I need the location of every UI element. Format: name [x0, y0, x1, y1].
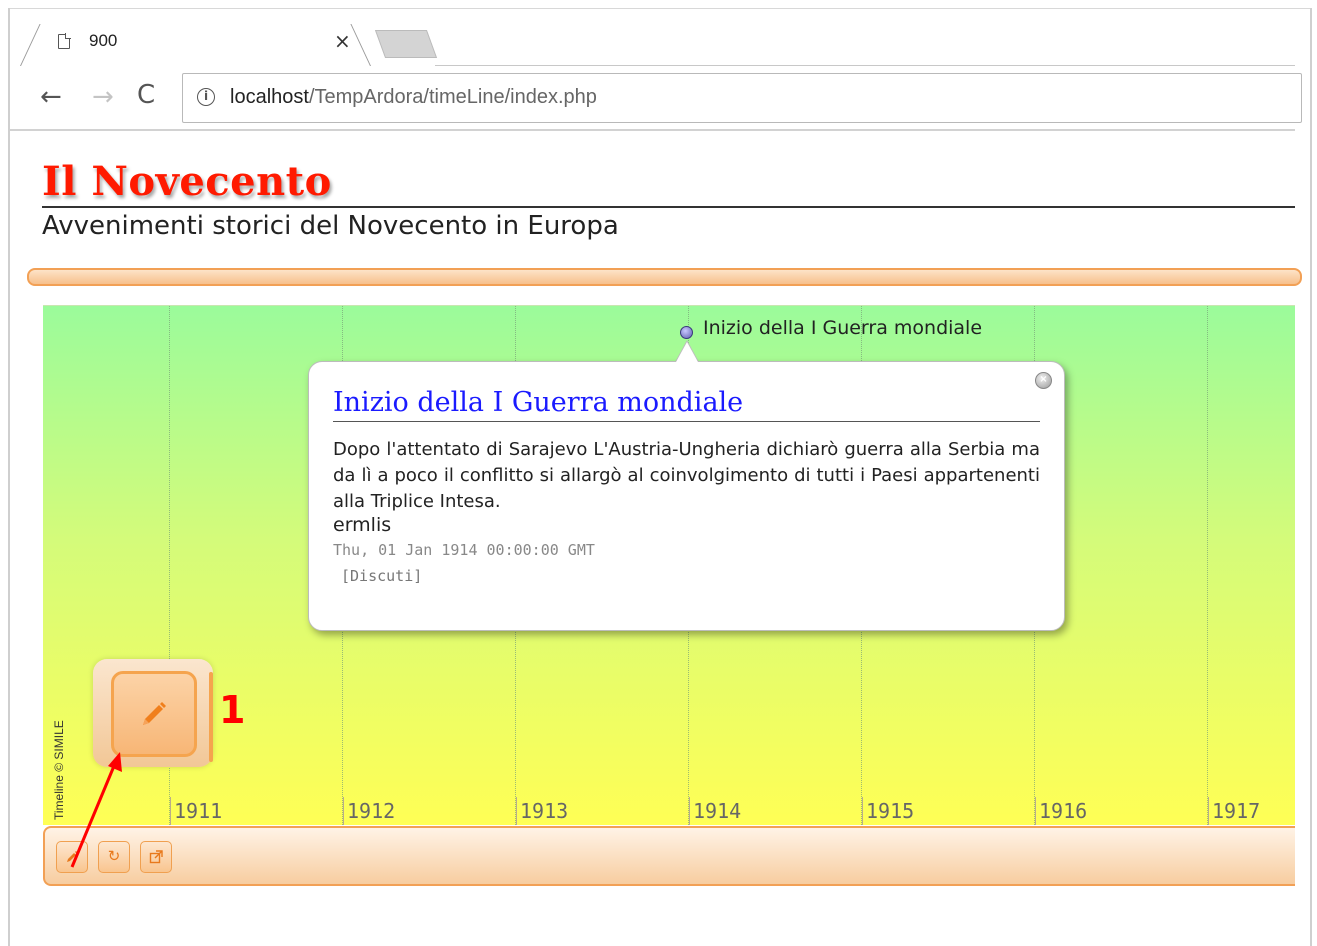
- window-left-border: [8, 8, 10, 946]
- bubble-title-rule: [333, 421, 1040, 422]
- year-label: 1915: [866, 799, 915, 823]
- year-label: 1917: [1212, 799, 1261, 823]
- year-label: 1912: [347, 799, 396, 823]
- page-title: Il Novecento: [42, 158, 332, 205]
- year-tick: [1208, 797, 1209, 825]
- year-tick: [170, 797, 171, 825]
- tab-title: 900: [89, 31, 118, 50]
- discuss-link[interactable]: [Discuti]: [341, 567, 422, 585]
- title-rule: [42, 206, 1295, 208]
- year-tick: [516, 797, 517, 825]
- year-tick: [343, 797, 344, 825]
- year-tick: [689, 797, 690, 825]
- timeline-controls-bar: [43, 826, 1295, 886]
- event-marker-icon[interactable]: [680, 326, 693, 339]
- reload-button[interactable]: C: [137, 80, 155, 110]
- year-tick: [1035, 797, 1036, 825]
- open-external-button[interactable]: [140, 841, 172, 873]
- pencil-icon: [143, 702, 166, 725]
- callout-number: 1: [219, 688, 246, 732]
- gridline: [1207, 306, 1208, 825]
- info-icon[interactable]: i: [197, 88, 215, 106]
- year-label: 1911: [174, 799, 223, 823]
- external-link-icon: [149, 850, 163, 864]
- tab-close-button[interactable]: ×: [334, 29, 351, 53]
- zoomed-edit-button-edge: [209, 672, 213, 762]
- bubble-pointer: [676, 342, 698, 362]
- page-icon: [58, 33, 71, 49]
- back-button[interactable]: ←: [40, 82, 62, 112]
- year-label: 1916: [1039, 799, 1088, 823]
- bubble-date: Thu, 01 Jan 1914 00:00:00 GMT: [333, 541, 595, 559]
- event-label[interactable]: Inizio della I Guerra mondiale: [703, 317, 982, 339]
- url-host: localhost: [230, 86, 309, 108]
- annotation-arrow: [70, 752, 122, 868]
- close-icon[interactable]: ×: [1035, 372, 1052, 389]
- browser-tab[interactable]: [22, 18, 367, 66]
- toolbar-divider: [10, 129, 1295, 131]
- year-label: 1914: [693, 799, 742, 823]
- bubble-description: Dopo l'attentato di Sarajevo L'Austria-U…: [333, 439, 1040, 512]
- window-right-border: [1310, 8, 1312, 946]
- url-path: /TempArdora/timeLine/index.php: [308, 86, 597, 108]
- url-text[interactable]: localhost/TempArdora/timeLine/index.php: [230, 86, 597, 109]
- year-tick: [862, 797, 863, 825]
- page-subtitle: Avvenimenti storici del Novecento in Eur…: [42, 211, 619, 241]
- orange-divider-bar: [27, 268, 1302, 286]
- tab-strip-line: [435, 65, 1295, 66]
- new-tab-button[interactable]: [374, 30, 438, 58]
- year-label: 1913: [520, 799, 569, 823]
- bubble-title: Inizio della I Guerra mondiale: [333, 387, 744, 418]
- forward-button[interactable]: →: [92, 82, 114, 112]
- bubble-author: ermlis: [333, 514, 392, 536]
